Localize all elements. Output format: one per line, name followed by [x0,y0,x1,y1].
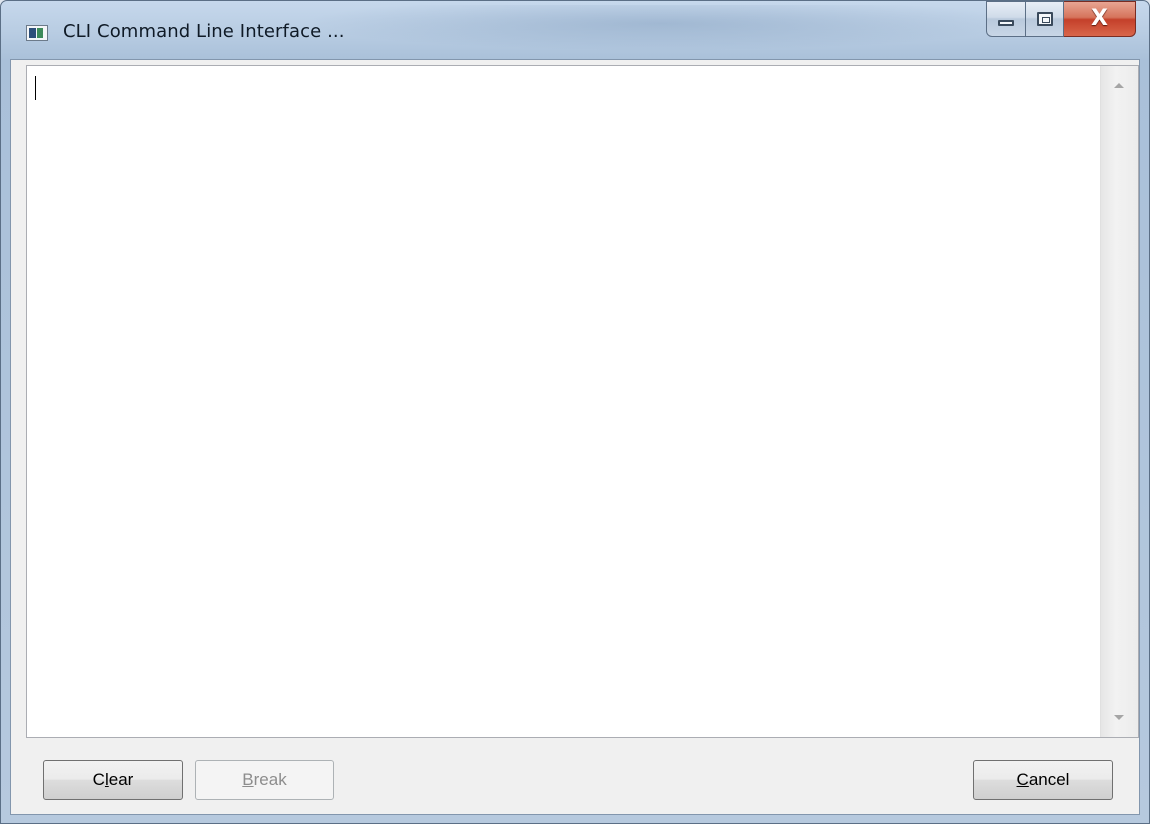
caption-buttons: X [986,1,1136,39]
icon-green-block [37,28,43,38]
cancel-button[interactable]: Cancel [973,760,1113,800]
maximize-icon [1036,12,1053,26]
break-button[interactable]: Break [195,760,334,800]
title-bar[interactable]: CLI Command Line Interface ... X [1,1,1149,59]
client-area: Cl ear Break Cancel [10,59,1140,815]
console-app-icon[interactable] [26,25,48,41]
break-label-post: reak [253,770,287,789]
clear-label-pre: C [92,770,105,789]
window-title: CLI Command Line Interface ... [63,21,345,42]
text-caret [35,76,36,100]
vertical-scrollbar[interactable] [1100,66,1138,737]
console-output-frame [26,65,1139,738]
minimize-button[interactable] [986,1,1026,37]
break-mnemonic: B [242,770,254,789]
clear-label-post: ear [108,770,134,789]
console-text-area[interactable] [27,66,1099,737]
cli-window: CLI Command Line Interface ... X Clear [0,0,1150,824]
clear-button[interactable]: Cl ear [43,760,183,800]
cancel-label-post: ancel [1028,770,1070,789]
cancel-mnemonic: C [1016,770,1029,789]
icon-dark-block [29,28,36,38]
maximize-button[interactable] [1026,1,1064,37]
close-button[interactable]: X [1064,1,1136,37]
minimize-icon [998,20,1014,26]
scroll-down-arrow-icon[interactable] [1114,715,1124,720]
scroll-up-arrow-icon[interactable] [1114,83,1124,88]
close-icon: X [1091,6,1108,31]
